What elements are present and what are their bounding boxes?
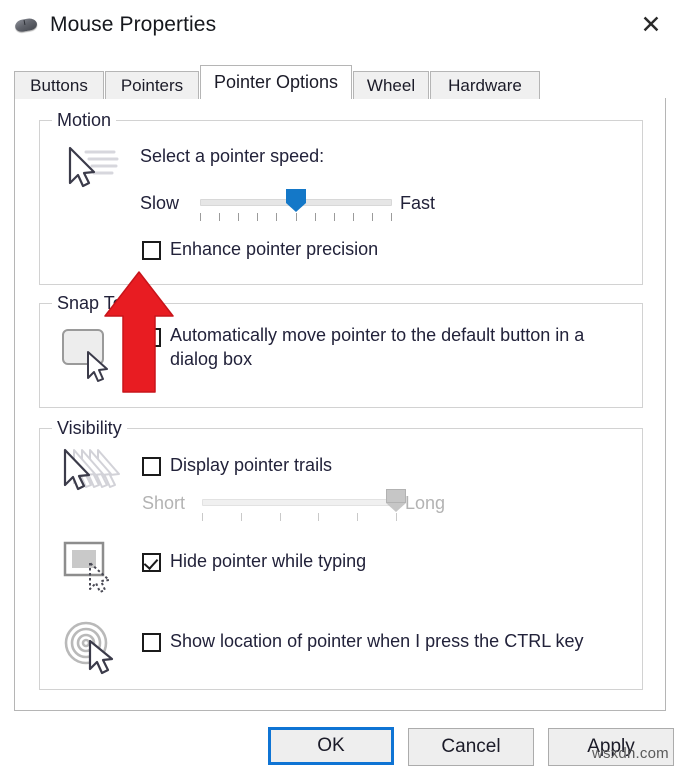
display-pointer-trails-label[interactable]: Display pointer trails <box>170 455 332 476</box>
group-motion: Motion Select a pointer speed: Slow Fast… <box>39 110 643 285</box>
pointer-speed-fast-label: Fast <box>400 193 436 213</box>
trails-slider-thumb[interactable] <box>386 489 406 512</box>
pointer-speed-slider-ticks <box>200 213 392 221</box>
tab-pointer-options[interactable]: Pointer Options <box>200 65 352 99</box>
display-pointer-trails-checkbox[interactable] <box>142 457 161 476</box>
title-bar: Mouse Properties ✕ <box>0 0 680 50</box>
close-icon[interactable]: ✕ <box>622 0 680 48</box>
trails-long-label: Long <box>405 493 446 513</box>
watermark: wsxdn.com <box>592 745 669 762</box>
ok-button[interactable]: OK <box>268 727 394 765</box>
enhance-pointer-precision-label[interactable]: Enhance pointer precision <box>170 239 378 260</box>
cancel-button[interactable]: Cancel <box>408 728 534 766</box>
red-arrow-annotation <box>103 270 175 394</box>
show-location-icon <box>62 619 124 675</box>
tab-hardware[interactable]: Hardware <box>430 71 540 99</box>
show-location-checkbox[interactable] <box>142 633 161 652</box>
pointer-speed-icon <box>60 143 122 193</box>
tab-buttons[interactable]: Buttons <box>14 71 104 99</box>
mouse-icon <box>12 14 42 36</box>
hide-pointer-icon <box>62 539 124 595</box>
trails-short-label: Short <box>142 493 186 513</box>
snap-to-label-line2[interactable]: dialog box <box>170 349 252 370</box>
pointer-speed-slider-thumb[interactable] <box>285 189 306 212</box>
tab-wheel[interactable]: Wheel <box>353 71 429 99</box>
group-motion-label: Motion <box>52 110 117 131</box>
pointer-trails-icon <box>58 447 128 501</box>
hide-pointer-while-typing-checkbox[interactable] <box>142 553 161 572</box>
trails-slider-track[interactable] <box>202 499 397 506</box>
group-visibility: Visibility Display pointer trails Short … <box>39 418 643 690</box>
tab-pointers[interactable]: Pointers <box>105 71 199 99</box>
enhance-pointer-precision-checkbox[interactable] <box>142 241 161 260</box>
trails-slider-ticks <box>202 513 397 521</box>
snap-to-label-line1[interactable]: Automatically move pointer to the defaul… <box>170 325 584 346</box>
hide-pointer-while-typing-label[interactable]: Hide pointer while typing <box>170 551 366 572</box>
window-title: Mouse Properties <box>50 13 217 36</box>
pointer-speed-slow-label: Slow <box>140 193 180 213</box>
pointer-speed-heading: Select a pointer speed: <box>140 146 325 166</box>
pointer-options-page: Motion Select a pointer speed: Slow Fast… <box>14 98 666 711</box>
group-visibility-label: Visibility <box>52 418 127 439</box>
tab-strip: Buttons Pointers Pointer Options Wheel H… <box>14 65 666 99</box>
show-location-label[interactable]: Show location of pointer when I press th… <box>170 631 584 652</box>
